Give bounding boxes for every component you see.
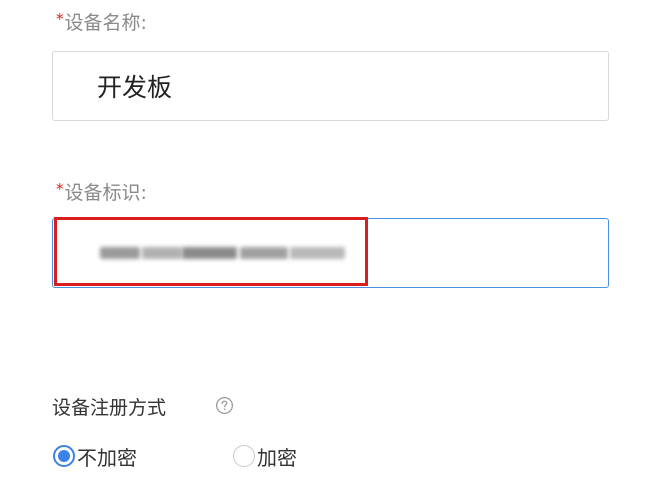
device-name-label-text: 设备名称: bbox=[64, 12, 147, 34]
required-mark: * bbox=[56, 10, 64, 28]
highlight-annotation-box bbox=[54, 217, 368, 286]
registration-method-title: 设备注册方式 bbox=[52, 397, 167, 419]
device-id-label-text: 设备标识: bbox=[64, 182, 147, 204]
device-name-input[interactable] bbox=[52, 51, 609, 121]
device-name-label: *设备名称: bbox=[56, 8, 147, 35]
radio-encryption[interactable]: 加密 bbox=[233, 443, 297, 470]
radio-label: 不加密 bbox=[77, 445, 137, 470]
device-form: *设备名称: *设备标识: 设备注册方式 不加密 加密 bbox=[0, 0, 650, 487]
radio-button-checked[interactable] bbox=[53, 445, 75, 467]
question-circle-icon[interactable] bbox=[215, 396, 234, 415]
required-mark: * bbox=[56, 180, 64, 198]
radio-no-encryption[interactable]: 不加密 bbox=[53, 443, 137, 470]
radio-button-unchecked[interactable] bbox=[233, 445, 255, 467]
radio-label: 加密 bbox=[257, 445, 297, 470]
device-id-label: *设备标识: bbox=[56, 178, 147, 205]
